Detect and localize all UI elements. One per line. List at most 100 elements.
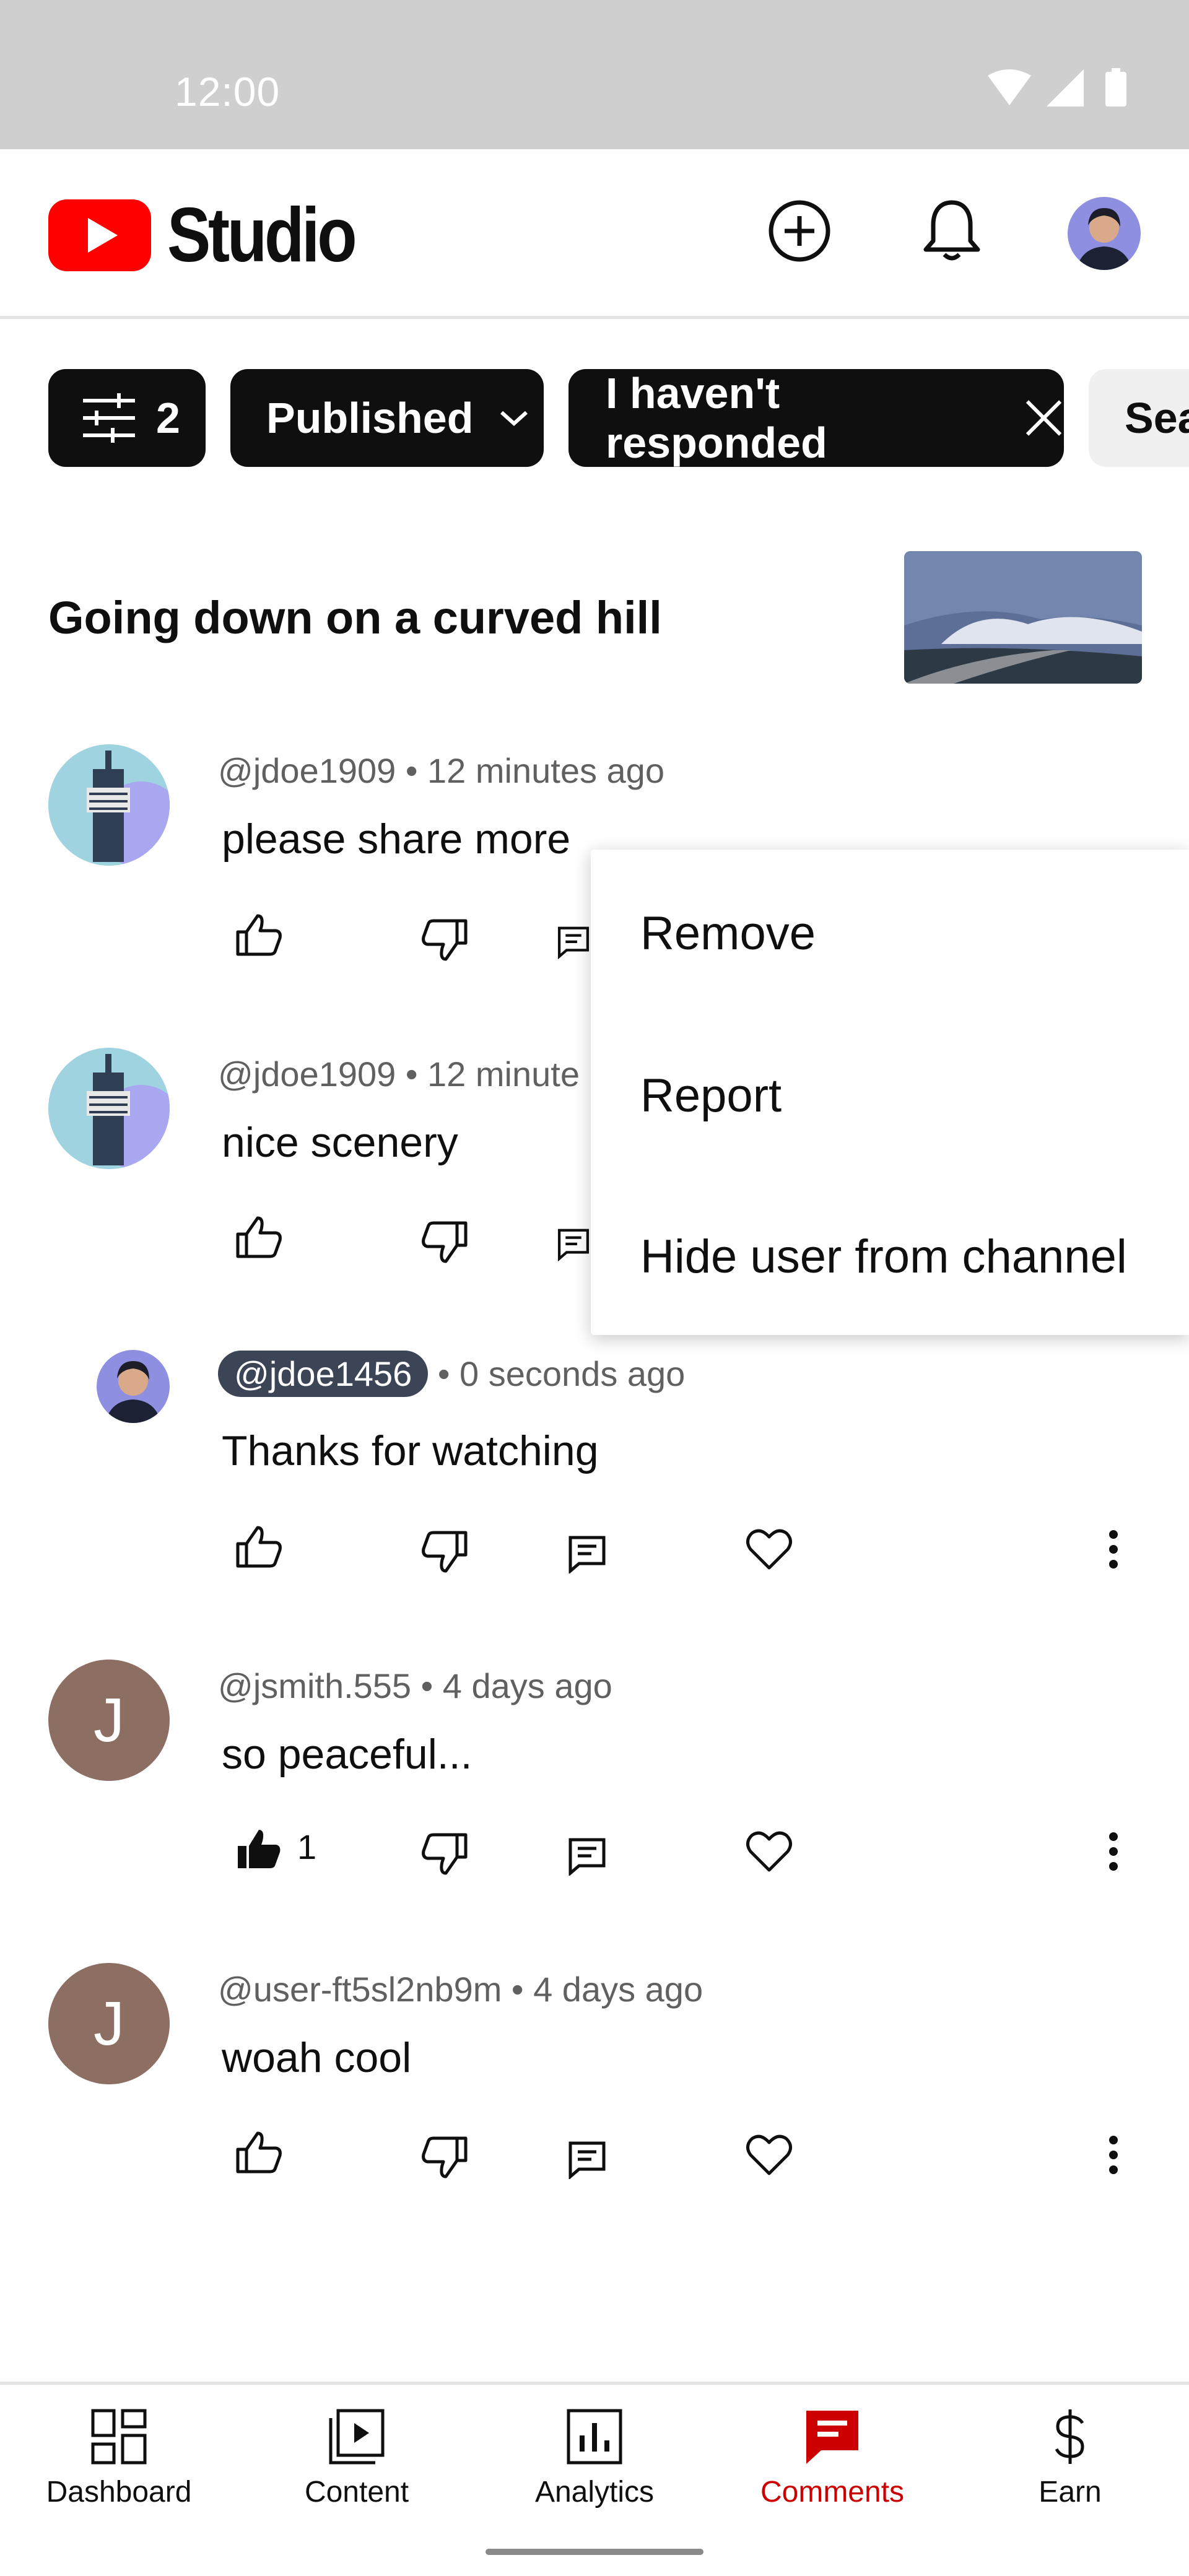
comments-icon	[806, 2411, 858, 2464]
search-chip-label: Sea	[1125, 394, 1189, 442]
heart-icon	[746, 1529, 792, 1570]
status-icons	[985, 68, 1133, 111]
like-button[interactable]	[228, 1516, 290, 1578]
response-label: I haven't responded	[606, 369, 827, 467]
nav-content[interactable]: Content	[238, 2385, 476, 2532]
nav-label: Content	[304, 2476, 409, 2509]
gesture-handle[interactable]	[486, 2549, 703, 2555]
video-title[interactable]: Going down on a curved hill	[48, 591, 662, 644]
filter-settings-chip[interactable]: 2	[48, 369, 206, 467]
nav-earn[interactable]: Earn	[951, 2385, 1189, 2532]
like-button[interactable]	[228, 1818, 290, 1880]
reply-button[interactable]	[556, 1522, 618, 1584]
bell-icon	[923, 200, 980, 261]
dollar-icon	[1055, 2409, 1084, 2464]
more-options-button[interactable]	[1082, 1821, 1144, 1882]
notifications-button[interactable]	[918, 197, 986, 265]
reply-button[interactable]	[556, 1824, 618, 1886]
comment-time: • 12 minutes ago	[396, 751, 664, 790]
nav-analytics[interactable]: Analytics	[476, 2385, 713, 2532]
comment-meta: @jdoe1909 • 12 minutes ago	[218, 751, 664, 791]
sliders-icon	[83, 393, 135, 443]
comment-author[interactable]: @jsmith.555	[218, 1666, 411, 1705]
comment-meta: @jdoe1456 • 0 seconds ago	[218, 1351, 686, 1397]
thumbs-down-icon	[422, 919, 468, 961]
commenter-avatar[interactable]	[48, 744, 170, 866]
thumbs-down-icon	[422, 1221, 468, 1263]
nav-label: Comments	[760, 2476, 905, 2509]
analytics-icon	[567, 2409, 622, 2465]
search-chip[interactable]: Sea	[1089, 369, 1189, 467]
video-thumbnail[interactable]	[904, 551, 1142, 684]
dislike-button[interactable]	[414, 1211, 476, 1273]
dashboard-icon	[91, 2409, 147, 2465]
thumbs-up-filled-icon	[238, 1830, 281, 1868]
heart-button[interactable]	[738, 2124, 800, 2186]
comment-author[interactable]: @jdoe1909	[218, 751, 396, 790]
comment-meta: @jdoe1909 • 12 minute	[218, 1054, 580, 1094]
comment-text: so peaceful...	[222, 1731, 473, 1778]
chevron-down-icon	[500, 411, 528, 427]
menu-item-report[interactable]: Report	[640, 1069, 782, 1123]
menu-item-remove[interactable]: Remove	[640, 907, 816, 960]
heart-icon	[746, 2134, 792, 2175]
reply-button[interactable]	[556, 910, 591, 972]
like-count: 1	[297, 1827, 317, 1866]
dislike-button[interactable]	[414, 909, 476, 971]
like-button[interactable]	[228, 2121, 290, 2183]
dislike-button[interactable]	[414, 1823, 476, 1885]
like-button[interactable]	[228, 1206, 290, 1268]
comment-text: woah cool	[222, 2034, 412, 2081]
close-icon	[1026, 400, 1062, 436]
reply-button[interactable]	[556, 2128, 618, 2190]
more-options-button[interactable]	[1082, 2124, 1144, 2186]
nav-comments[interactable]: Comments	[713, 2385, 951, 2532]
published-label: Published	[266, 394, 474, 442]
like-button[interactable]	[228, 904, 290, 966]
more-vertical-icon	[1109, 1530, 1118, 1569]
thumbs-up-icon	[236, 1526, 282, 1568]
more-options-button[interactable]	[1082, 1518, 1144, 1580]
heart-icon	[746, 1831, 792, 1872]
thumbs-up-icon	[236, 1216, 282, 1258]
thumbs-down-icon	[422, 1833, 468, 1875]
thumbs-up-icon	[236, 2131, 282, 2174]
status-time: 12:00	[175, 69, 281, 115]
comment-meta: @user-ft5sl2nb9m • 4 days ago	[218, 1969, 703, 2009]
reply-comment-icon	[557, 926, 590, 960]
response-chip[interactable]: I haven't responded	[568, 369, 1064, 467]
comment-time: • 4 days ago	[411, 1666, 612, 1705]
dislike-button[interactable]	[414, 2126, 476, 2188]
heart-button[interactable]	[738, 1821, 800, 1882]
more-vertical-icon	[1109, 1832, 1118, 1871]
comment-author[interactable]: @user-ft5sl2nb9m	[218, 1970, 502, 2009]
thumbs-down-icon	[422, 2136, 468, 2178]
create-button[interactable]	[765, 197, 834, 265]
commenter-avatar[interactable]: J	[48, 1660, 170, 1781]
studio-logo[interactable]: Studio	[48, 193, 388, 278]
published-chip[interactable]: Published	[230, 369, 544, 467]
bottom-navigation: Dashboard Content Analytics Comments Ear…	[0, 2382, 1189, 2529]
reply-comment-icon	[568, 2141, 606, 2179]
dislike-button[interactable]	[414, 1521, 476, 1583]
commenter-avatar[interactable]	[48, 1048, 170, 1169]
logo-text: Studio	[167, 193, 357, 278]
commenter-avatar[interactable]: J	[48, 1963, 170, 2084]
comment-author[interactable]: @jdoe1909	[218, 1055, 396, 1094]
comment-text: Thanks for watching	[222, 1427, 599, 1474]
battery-icon	[1105, 68, 1126, 107]
heart-button[interactable]	[738, 1518, 800, 1580]
comment-text: nice scenery	[222, 1119, 458, 1166]
creator-author-badge[interactable]: @jdoe1456	[218, 1351, 429, 1397]
comment-time: • 0 seconds ago	[428, 1354, 686, 1393]
nav-dashboard[interactable]: Dashboard	[0, 2385, 238, 2532]
reply-button[interactable]	[556, 1212, 591, 1274]
account-avatar[interactable]	[1068, 197, 1141, 270]
more-vertical-icon	[1109, 2136, 1118, 2174]
wifi-icon	[988, 69, 1031, 105]
content-icon	[329, 2409, 385, 2465]
menu-item-hide-user[interactable]: Hide user from channel	[640, 1230, 1127, 1284]
reply-comment-icon	[568, 1838, 606, 1876]
reply-comment-icon	[557, 1229, 590, 1262]
creator-avatar[interactable]	[97, 1350, 170, 1423]
